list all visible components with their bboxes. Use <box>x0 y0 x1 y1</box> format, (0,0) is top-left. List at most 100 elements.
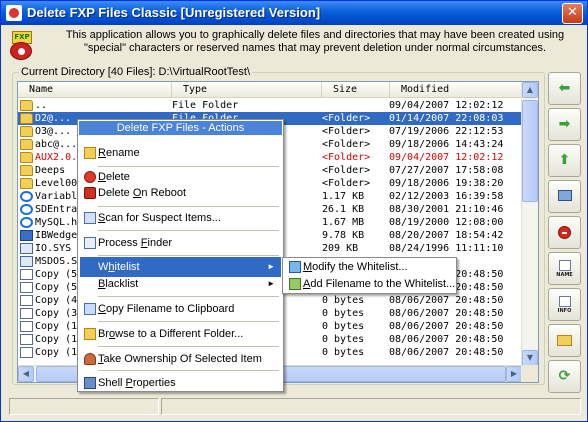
menu-item-delete-on-reboot[interactable]: Delete On Reboot <box>80 183 281 203</box>
info-button[interactable]: INFO <box>548 288 581 321</box>
cell-size: 1.67 MB <box>322 217 365 228</box>
fxp-logo: FXP <box>9 31 35 61</box>
process-finder-icon <box>84 237 96 249</box>
cell-modified: 08/30/2001 21:10:46 <box>389 204 504 215</box>
menu-separator <box>98 206 279 207</box>
vertical-scroll-thumb[interactable] <box>522 100 538 202</box>
computer-icon <box>558 190 572 201</box>
cell-modified: 08/06/2007 20:48:50 <box>389 334 504 345</box>
cell-name: .. <box>35 100 48 111</box>
submenu-item-add-filename[interactable]: Add Filename to the Whitelist... <box>285 276 456 292</box>
title-bar[interactable]: Delete FXP Files Classic [Unregistered V… <box>1 1 587 25</box>
up-folder-button[interactable]: ⬆ <box>548 144 581 177</box>
cell-modified: 02/12/2003 16:39:58 <box>389 191 504 202</box>
ie-icon <box>20 217 33 228</box>
cell-size: 0 bytes <box>322 334 365 345</box>
refresh-button[interactable]: ⟳ <box>548 360 581 393</box>
scroll-left-button[interactable]: ◀ <box>18 366 34 382</box>
menu-separator <box>98 255 279 256</box>
open-folder-button[interactable] <box>548 324 581 357</box>
back-button[interactable]: ⬅ <box>548 72 581 105</box>
sys-icon <box>20 256 33 267</box>
menu-item-rename[interactable]: Rename <box>80 143 281 163</box>
name-button[interactable]: NAME <box>548 252 581 285</box>
column-header-size[interactable]: Size <box>322 82 390 98</box>
file-icon <box>20 269 33 280</box>
cell-modified: 09/04/2007 12:02:12 <box>389 152 504 163</box>
folder-icon <box>20 139 33 150</box>
cell-modified: 08/06/2007 20:48:50 <box>389 308 504 319</box>
scan-icon <box>84 212 96 224</box>
refresh-icon: ⟳ <box>558 368 571 384</box>
cell-size: 9.78 KB <box>322 230 365 241</box>
submenu-item-modify-whitelist[interactable]: Modify the Whitelist... <box>285 259 456 275</box>
folder-icon <box>20 113 33 124</box>
menu-item-take-ownership[interactable]: Take Ownership Of Selected Item <box>80 349 281 369</box>
cell-modified: 09/04/2007 12:02:12 <box>389 100 504 111</box>
computer-button[interactable] <box>548 180 581 213</box>
scroll-up-button[interactable]: ▲ <box>522 82 538 98</box>
status-bar <box>1 393 587 421</box>
cell-size: 26.1 KB <box>322 204 365 215</box>
up-arrow-icon: ⬆ <box>558 152 571 168</box>
stop-icon <box>558 226 571 239</box>
clipboard-icon <box>84 303 96 315</box>
stop-button[interactable] <box>548 216 581 249</box>
exe-icon <box>20 230 33 241</box>
menu-separator <box>98 321 279 322</box>
vertical-scrollbar[interactable]: ▲ ▼ <box>521 82 538 367</box>
cell-size: 0 bytes <box>322 308 365 319</box>
folder-icon <box>20 126 33 137</box>
sys-icon <box>20 243 33 254</box>
document-icon <box>559 260 571 271</box>
submenu-arrow-icon: ► <box>267 279 275 288</box>
column-header-name[interactable]: Name <box>18 82 172 98</box>
ie-icon <box>20 191 33 202</box>
actions-context-menu: Delete FXP Files - Actions Rename Delete… <box>77 119 284 392</box>
description-line-1: This application allows you to graphical… <box>65 29 565 41</box>
description-line-2: "special" characters or reserved names t… <box>83 42 547 54</box>
column-header-modified[interactable]: Modified <box>390 82 523 98</box>
cell-type: File Folder <box>172 100 239 111</box>
menu-item-process-finder[interactable]: Process Finder <box>80 233 281 253</box>
table-row[interactable]: .. File Folder 09/04/2007 12:02:12 <box>18 99 523 112</box>
status-pane-left <box>9 398 159 415</box>
cell-size: <Folder> <box>322 152 371 163</box>
open-folder-icon <box>557 335 572 346</box>
file-icon <box>20 308 33 319</box>
column-header-type[interactable]: Type <box>172 82 322 98</box>
cell-size: <Folder> <box>322 165 371 176</box>
menu-separator <box>98 346 279 347</box>
whitelist-icon <box>289 261 301 273</box>
delete-icon <box>84 171 96 183</box>
forward-button[interactable]: ➡ <box>548 108 581 141</box>
main-window: Delete FXP Files Classic [Unregistered V… <box>0 0 588 422</box>
cell-size: 1.17 KB <box>322 191 365 202</box>
window-title: Delete FXP Files Classic [Unregistered V… <box>27 5 321 20</box>
scroll-right-button[interactable]: ▶ <box>506 366 522 382</box>
menu-separator <box>98 296 279 297</box>
rename-icon <box>84 147 96 159</box>
cell-modified: 08/24/1996 11:11:10 <box>389 243 504 254</box>
close-button[interactable]: ✕ <box>562 3 583 24</box>
cell-size: <Folder> <box>322 139 371 150</box>
app-icon <box>6 5 22 21</box>
menu-item-blacklist[interactable]: Blacklist ► <box>80 274 281 294</box>
cell-size: 0 bytes <box>322 295 365 306</box>
cell-modified: 07/27/2007 17:58:08 <box>389 165 504 176</box>
folder-icon <box>20 178 33 189</box>
cell-size: 209 KB <box>322 243 359 254</box>
menu-item-browse-folder[interactable]: Browse to a Different Folder... <box>80 324 281 344</box>
file-icon <box>20 321 33 332</box>
current-directory-label: Current Directory [40 Files]: D:\Virtual… <box>19 66 253 78</box>
menu-item-shell-properties[interactable]: Shell Properties <box>80 373 281 393</box>
browse-folder-icon <box>84 328 96 340</box>
scroll-down-button[interactable]: ▼ <box>522 350 538 366</box>
cell-modified: 01/14/2007 22:08:03 <box>389 113 504 124</box>
cell-modified: 08/06/2007 20:48:50 <box>389 295 504 306</box>
menu-separator <box>98 370 279 371</box>
disk-icon <box>10 42 32 60</box>
menu-item-copy-filename[interactable]: Copy Filename to Clipboard <box>80 299 281 319</box>
menu-item-scan-suspect[interactable]: Scan for Suspect Items... <box>80 208 281 228</box>
ownership-icon <box>84 353 96 365</box>
